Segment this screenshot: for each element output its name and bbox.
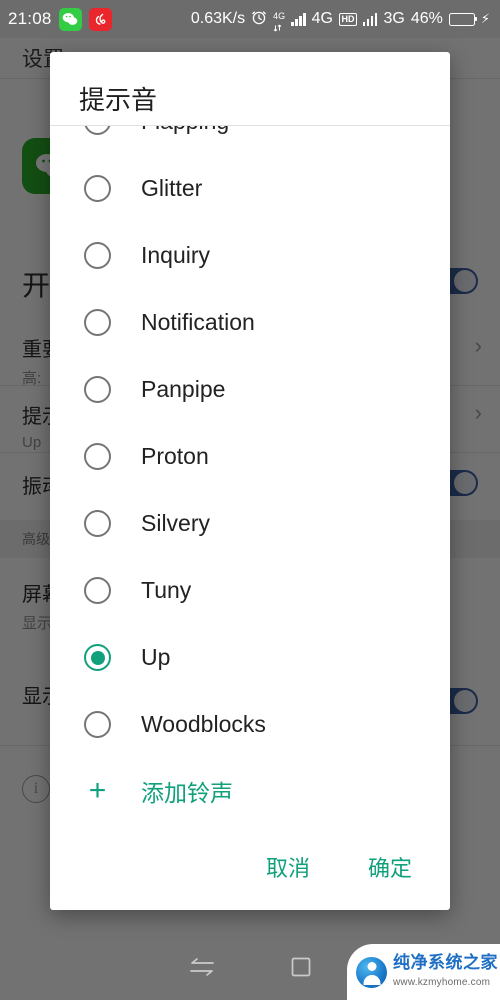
- ringtone-option[interactable]: Panpipe: [50, 356, 450, 423]
- charging-bolt-icon: ⚡: [480, 11, 490, 26]
- ringtone-option-label: Notification: [141, 309, 255, 335]
- ringtone-option-label: Inquiry: [141, 242, 211, 268]
- nav-back-icon[interactable]: [187, 956, 217, 983]
- ringtone-option-label: Flapping: [141, 126, 229, 135]
- watermark-text: 纯净系统之家 www.kzmyhome.com: [393, 954, 498, 990]
- hd-voice-icon: HD: [338, 12, 357, 26]
- radio-button[interactable]: [84, 242, 111, 269]
- data-badge-label: 4G: [273, 11, 286, 21]
- ringtone-option[interactable]: Glitter: [50, 155, 450, 222]
- ringtone-option-label: Glitter: [141, 175, 203, 201]
- sim1-network-label: 4G: [311, 10, 333, 27]
- dialog-title: 提示音: [79, 85, 158, 115]
- radio-button-selected[interactable]: [84, 644, 111, 671]
- radio-button[interactable]: [84, 376, 111, 403]
- ringtone-list[interactable]: Flapping Glitter Inquiry Notification Panpip…: [50, 126, 450, 757]
- signal-bars-sim2-icon: [362, 12, 378, 26]
- radio-button[interactable]: [84, 711, 111, 738]
- add-ringtone-button[interactable]: + 添加铃声: [50, 757, 450, 824]
- ringtone-option-label: Silvery: [141, 510, 211, 536]
- radio-button[interactable]: [84, 577, 111, 604]
- status-bar-clock: 21:08: [8, 9, 52, 28]
- ringtone-option-label: Panpipe: [141, 376, 226, 402]
- ringtone-option[interactable]: Tuny: [50, 557, 450, 624]
- ringtone-option-label: Woodblocks: [141, 711, 266, 737]
- ringtone-option-label: Proton: [141, 443, 209, 469]
- radio-button[interactable]: [84, 443, 111, 470]
- nav-recents-icon[interactable]: [289, 955, 313, 984]
- ringtone-option[interactable]: Inquiry: [50, 222, 450, 289]
- battery-icon: [448, 12, 478, 26]
- signal-bars-sim1-icon: [291, 12, 306, 26]
- ringtone-option-label: Tuny: [141, 577, 192, 603]
- ringtone-option[interactable]: Notification: [50, 289, 450, 356]
- status-bar: 21:08 0.63K/s 4G 4G HD 3G 46% ⚡: [0, 0, 500, 38]
- radio-button[interactable]: [84, 309, 111, 336]
- radio-button[interactable]: [84, 175, 111, 202]
- watermark-site-url: www.kzmyhome.com: [393, 977, 491, 988]
- ringtone-option[interactable]: Silvery: [50, 490, 450, 557]
- radio-button[interactable]: [84, 510, 111, 537]
- mobile-data-arrows-icon: 4G: [273, 6, 285, 32]
- confirm-button[interactable]: 确定: [364, 845, 416, 889]
- alarm-icon: [251, 9, 267, 30]
- watermark-site-name: 纯净系统之家: [393, 953, 498, 973]
- notification-sound-dialog: 提示音 Flapping Glitter Inquiry Notification Pa…: [50, 52, 450, 910]
- ringtone-option[interactable]: Woodblocks: [50, 691, 450, 757]
- sim2-network-label: 3G: [383, 10, 405, 27]
- watermark-logo-icon: [356, 956, 387, 988]
- add-ringtone-label: 添加铃声: [141, 779, 233, 806]
- network-speed: 0.63K/s: [190, 10, 246, 27]
- cancel-button[interactable]: 取消: [262, 845, 314, 889]
- netease-music-icon: [88, 7, 112, 31]
- battery-percent-label: 46%: [410, 10, 443, 27]
- wechat-icon: [58, 7, 82, 31]
- status-bar-left: 21:08: [8, 7, 112, 31]
- ringtone-option[interactable]: Proton: [50, 423, 450, 490]
- ringtone-option-label: Up: [141, 644, 171, 670]
- radio-button[interactable]: [84, 126, 111, 135]
- ringtone-option[interactable]: Flapping: [50, 126, 450, 155]
- plus-icon: +: [88, 773, 107, 807]
- site-watermark: 纯净系统之家 www.kzmyhome.com: [347, 944, 500, 1000]
- ringtone-option[interactable]: Up: [50, 624, 450, 691]
- status-bar-right: 0.63K/s 4G 4G HD 3G 46% ⚡: [191, 6, 492, 32]
- dialog-actions: 取消 确定: [50, 824, 450, 910]
